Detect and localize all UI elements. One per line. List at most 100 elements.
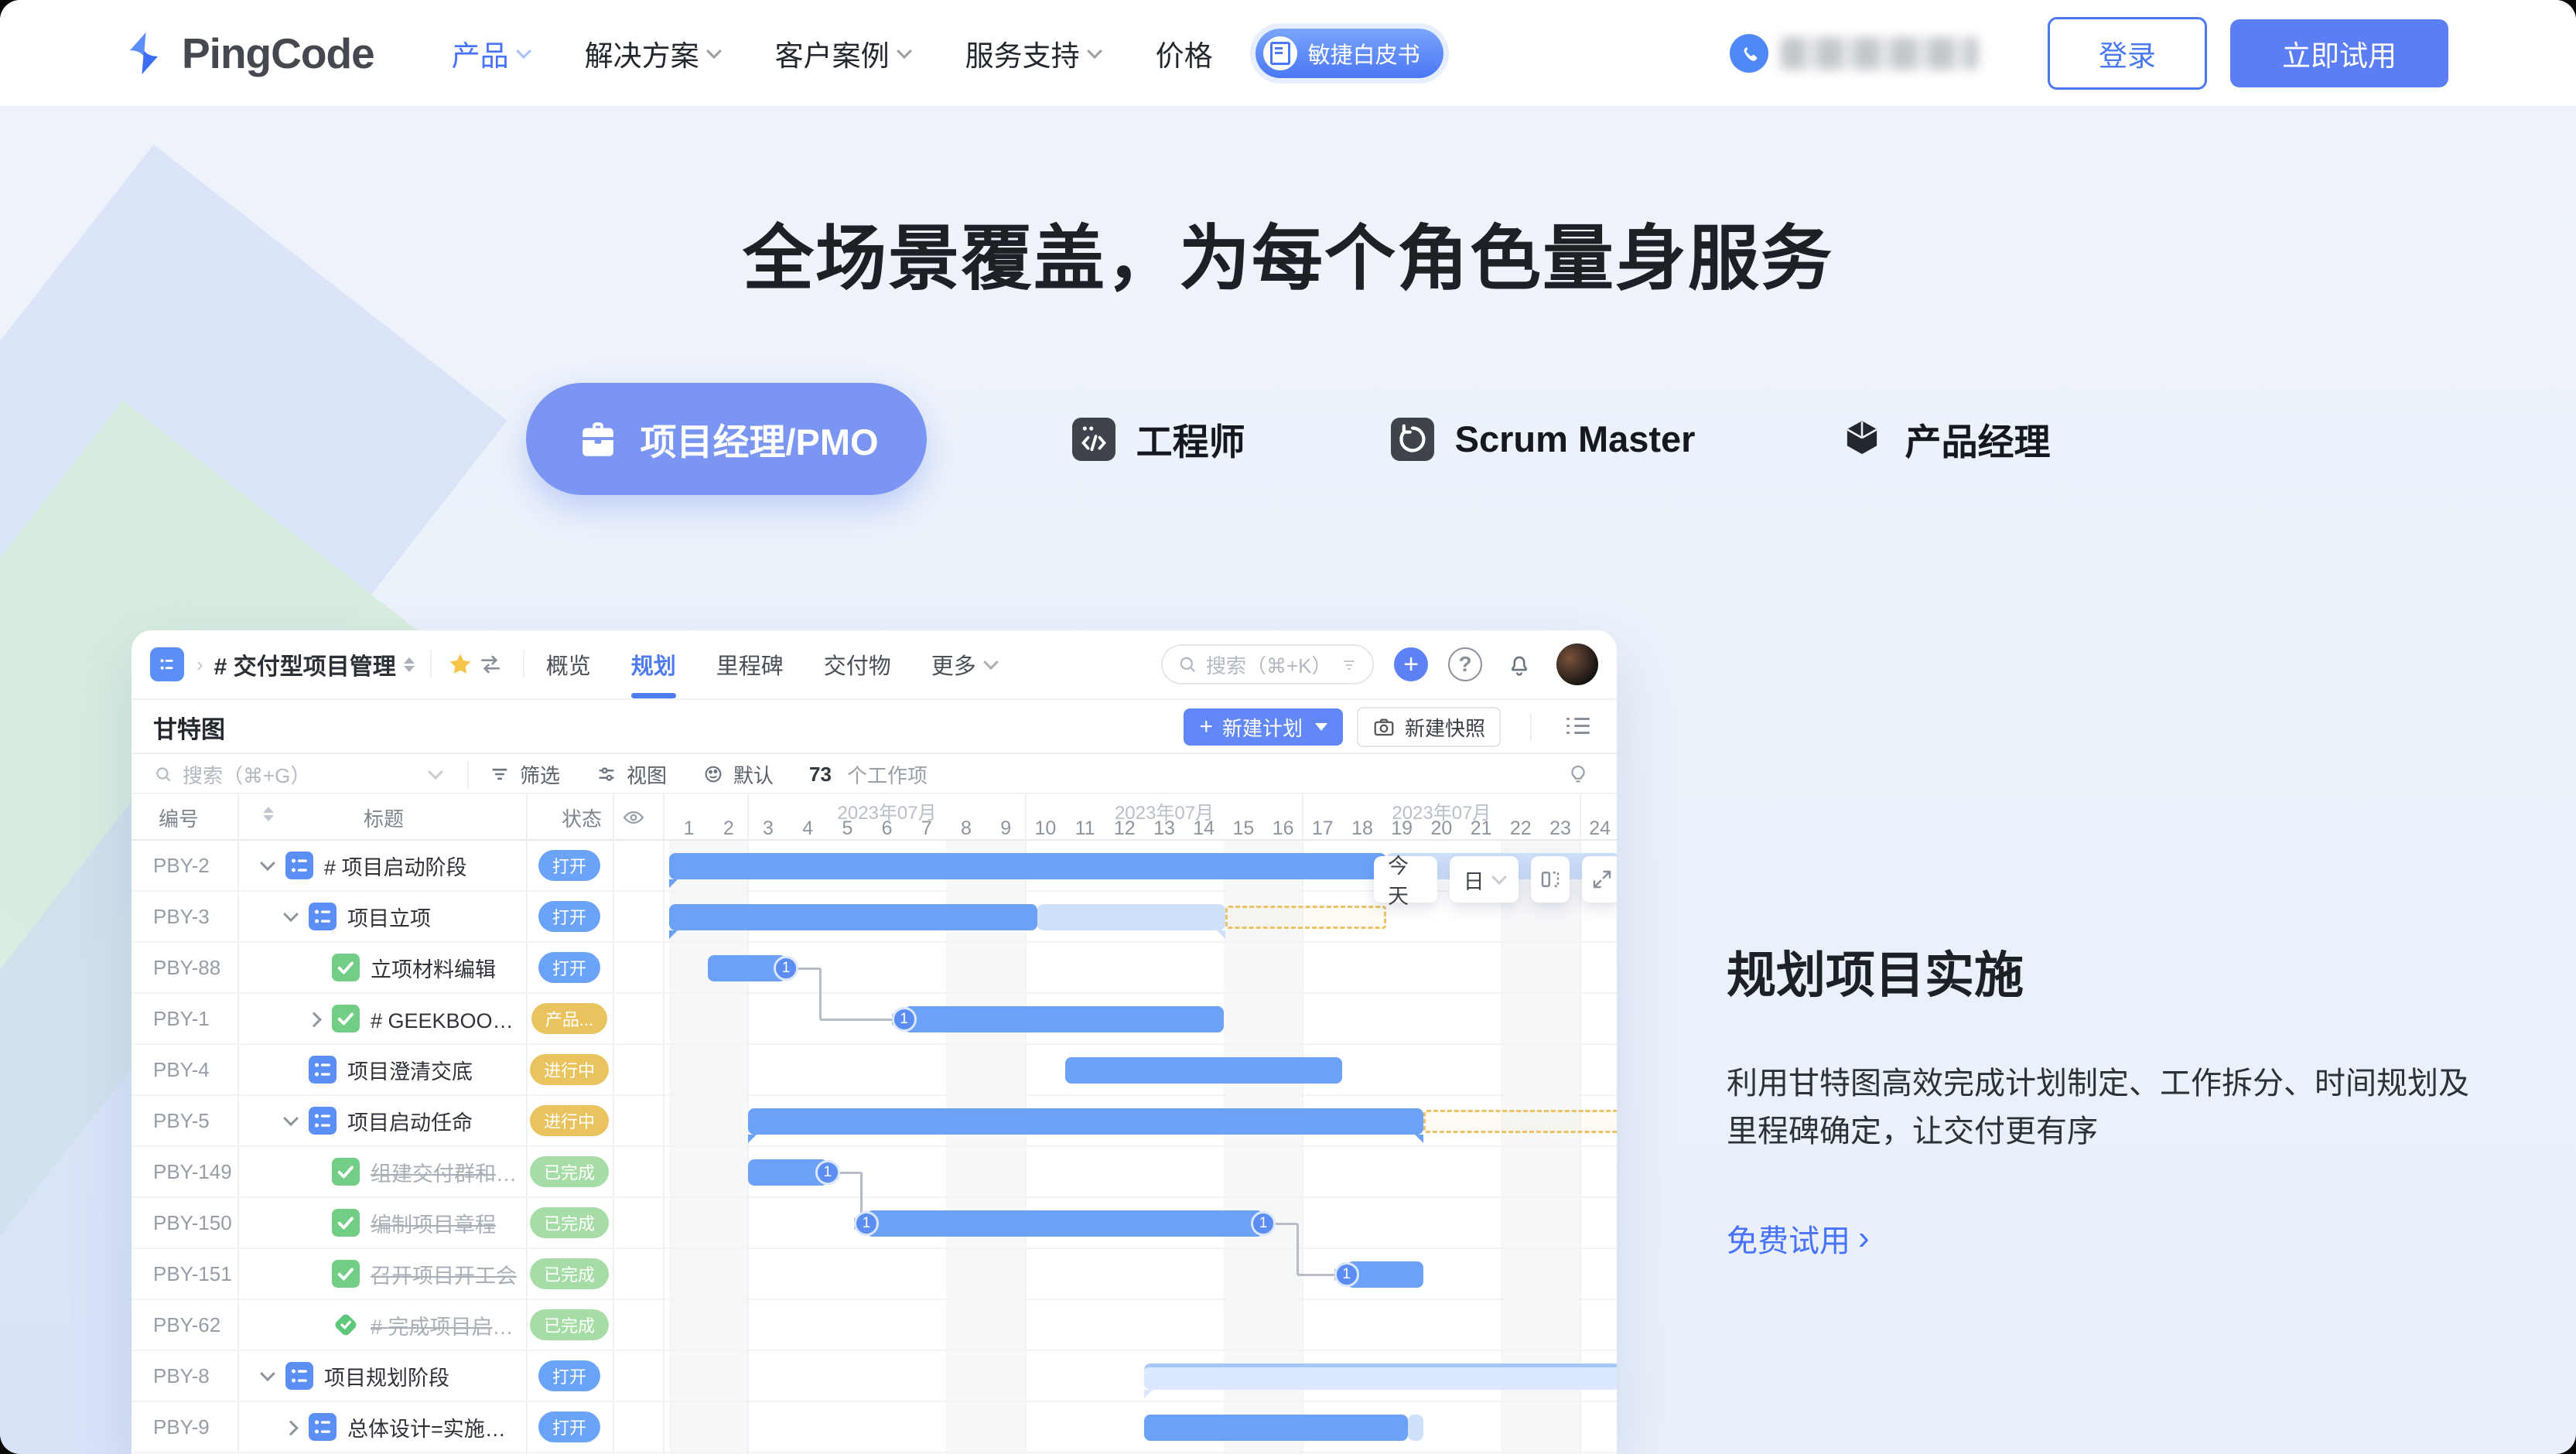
expand-chevron-icon[interactable] (260, 1366, 275, 1381)
status-badge[interactable]: 进行中 (530, 1105, 609, 1136)
gantt-bar-solid[interactable] (1144, 1415, 1407, 1441)
status-badge[interactable]: 打开 (538, 850, 600, 881)
row-title-cell[interactable]: 召开项目开工会 (237, 1249, 526, 1299)
global-search-input[interactable]: 搜索（⌘+K） (1161, 644, 1374, 684)
app-tab-交付物[interactable]: 交付物 (824, 630, 891, 698)
table-row[interactable]: PBY-9总体设计=实施方案（...打开 (132, 1402, 1617, 1453)
login-button[interactable]: 登录 (2048, 17, 2207, 90)
tips-lightbulb-icon[interactable] (1561, 759, 1595, 790)
status-badge[interactable]: 已完成 (530, 1156, 609, 1187)
free-trial-link[interactable]: 免费试用 › (1727, 1216, 2469, 1261)
nav-item-解决方案[interactable]: 解决方案 (585, 32, 719, 74)
user-avatar[interactable] (1556, 643, 1598, 685)
nav-item-价格[interactable]: 价格 (1156, 32, 1213, 74)
gantt-bar-light[interactable] (1408, 1415, 1423, 1441)
row-title-cell[interactable]: 组建交付群和工作台 (237, 1147, 526, 1196)
status-badge[interactable]: 打开 (538, 901, 600, 932)
app-tab-规划[interactable]: 规划 (631, 630, 676, 698)
nav-item-客户案例[interactable]: 客户案例 (775, 32, 910, 74)
expand-chevron-icon[interactable] (283, 1421, 299, 1436)
notifications-bell-icon[interactable] (1502, 649, 1536, 680)
column-header-status[interactable]: 状态 (562, 794, 602, 841)
split-panel-icon[interactable] (1531, 856, 1570, 903)
table-row[interactable]: PBY-1# GEEKBOOKS 极...产品...1 (132, 994, 1617, 1045)
status-badge[interactable]: 进行中 (530, 1054, 609, 1085)
view-settings-button[interactable]: 视图 (596, 760, 667, 789)
sort-icon[interactable] (263, 807, 274, 821)
row-title-cell[interactable]: # 完成项目启动阶段... (237, 1300, 526, 1350)
gantt-bar-dashed[interactable] (1423, 1110, 1617, 1133)
status-badge[interactable]: 打开 (538, 952, 600, 983)
role-tab-Scrum Master[interactable]: Scrum Master (1389, 415, 1696, 463)
expand-chevron-icon[interactable] (283, 1111, 299, 1126)
gantt-bar-solid[interactable] (904, 1006, 1224, 1032)
row-title-cell[interactable]: 项目立项 (237, 892, 526, 941)
table-row[interactable]: PBY-149组建交付群和工作台已完成1 (132, 1147, 1617, 1198)
app-tab-更多[interactable]: 更多 (931, 630, 996, 698)
new-plan-button[interactable]: + 新建计划 (1184, 708, 1343, 746)
table-row[interactable]: PBY-8项目规划阶段打开 (132, 1351, 1617, 1402)
table-row[interactable]: PBY-151召开项目开工会已完成1 (132, 1249, 1617, 1300)
new-snapshot-button[interactable]: 新建快照 (1357, 707, 1501, 747)
row-title-cell[interactable]: 总体设计=实施方案（... (237, 1402, 526, 1452)
column-header-id[interactable]: 编号 (159, 794, 199, 841)
gantt-search-input[interactable]: 搜索（⌘+G） (153, 760, 385, 789)
row-title-cell[interactable]: 立项材料编辑 (237, 943, 526, 992)
expand-chevron-icon[interactable] (283, 906, 299, 922)
whitepaper-badge[interactable]: 敏捷白皮书 (1256, 29, 1443, 78)
favorite-star-icon[interactable] (447, 651, 473, 678)
status-badge[interactable]: 已完成 (530, 1207, 609, 1238)
app-tab-概览[interactable]: 概览 (546, 630, 591, 698)
table-row[interactable]: PBY-4项目澄清交底进行中 (132, 1045, 1617, 1096)
filter-button[interactable]: 筛选 (489, 760, 560, 789)
gantt-bar-dashed[interactable] (1225, 906, 1385, 929)
expand-chevron-icon[interactable] (306, 1012, 322, 1028)
row-title-cell[interactable]: 项目启动任命 (237, 1096, 526, 1145)
row-title-cell[interactable]: # 项目启动阶段 (237, 841, 526, 890)
gantt-bar-solid[interactable] (748, 1108, 1423, 1135)
nav-item-服务支持[interactable]: 服务支持 (965, 32, 1100, 74)
time-scale-button[interactable]: 日 (1450, 856, 1519, 903)
today-button[interactable]: 今天 (1374, 856, 1437, 903)
gantt-bar-light[interactable] (1037, 904, 1225, 930)
row-title-cell[interactable]: 项目规划阶段 (237, 1351, 526, 1401)
status-badge[interactable]: 已完成 (530, 1258, 609, 1289)
trial-button[interactable]: 立即试用 (2230, 19, 2448, 87)
table-row[interactable]: PBY-88立项材料编辑打开1 (132, 943, 1617, 994)
table-row[interactable]: PBY-150编制项目章程已完成11 (132, 1198, 1617, 1249)
search-scope-caret-icon[interactable] (428, 764, 443, 780)
nav-item-产品[interactable]: 产品 (452, 32, 529, 74)
breadcrumb-project[interactable]: # 交付型项目管理 (214, 647, 396, 681)
table-row[interactable]: PBY-62# 完成项目启动阶段...已完成 (132, 1300, 1617, 1351)
role-tab-工程师[interactable]: 工程师 (1070, 412, 1245, 466)
product-cube-icon (1838, 415, 1886, 463)
gantt-bar-solid[interactable] (669, 853, 1386, 879)
column-visibility-eye-icon[interactable] (622, 794, 645, 841)
plan-list-icon[interactable] (1561, 712, 1595, 742)
row-title: 总体设计=实施方案（... (347, 1412, 526, 1442)
help-icon[interactable]: ? (1448, 647, 1482, 681)
app-tab-里程碑[interactable]: 里程碑 (716, 630, 784, 698)
default-view-button[interactable]: 默认 (702, 760, 774, 789)
swap-icon[interactable] (473, 649, 507, 680)
gantt-bar-solid[interactable] (1065, 1057, 1342, 1084)
expand-chevron-icon[interactable] (260, 855, 275, 871)
column-header-title[interactable]: 标题 (364, 794, 404, 841)
status-badge[interactable]: 打开 (538, 1360, 600, 1391)
project-switch-icon[interactable] (404, 657, 415, 672)
pingcode-logo[interactable]: PingCode (120, 29, 374, 78)
row-title-cell[interactable]: 编制项目章程 (237, 1198, 526, 1248)
table-row[interactable]: PBY-5项目启动任命进行中 (132, 1096, 1617, 1147)
row-title-cell[interactable]: # GEEKBOOKS 极... (237, 994, 526, 1043)
gantt-bar-solid[interactable] (866, 1210, 1263, 1237)
status-badge[interactable]: 已完成 (530, 1309, 609, 1340)
gantt-bar-solid[interactable] (669, 904, 1037, 930)
status-badge[interactable]: 产品... (531, 1003, 607, 1034)
status-badge[interactable]: 打开 (538, 1411, 600, 1442)
role-tab-产品经理[interactable]: 产品经理 (1838, 412, 2050, 466)
gantt-bar-planned[interactable] (1144, 1364, 1617, 1390)
create-button[interactable]: + (1394, 647, 1428, 681)
row-title-cell[interactable]: 项目澄清交底 (237, 1045, 526, 1094)
role-tab-项目经理/PMO[interactable]: 项目经理/PMO (526, 383, 927, 495)
fullscreen-icon[interactable] (1582, 856, 1617, 903)
